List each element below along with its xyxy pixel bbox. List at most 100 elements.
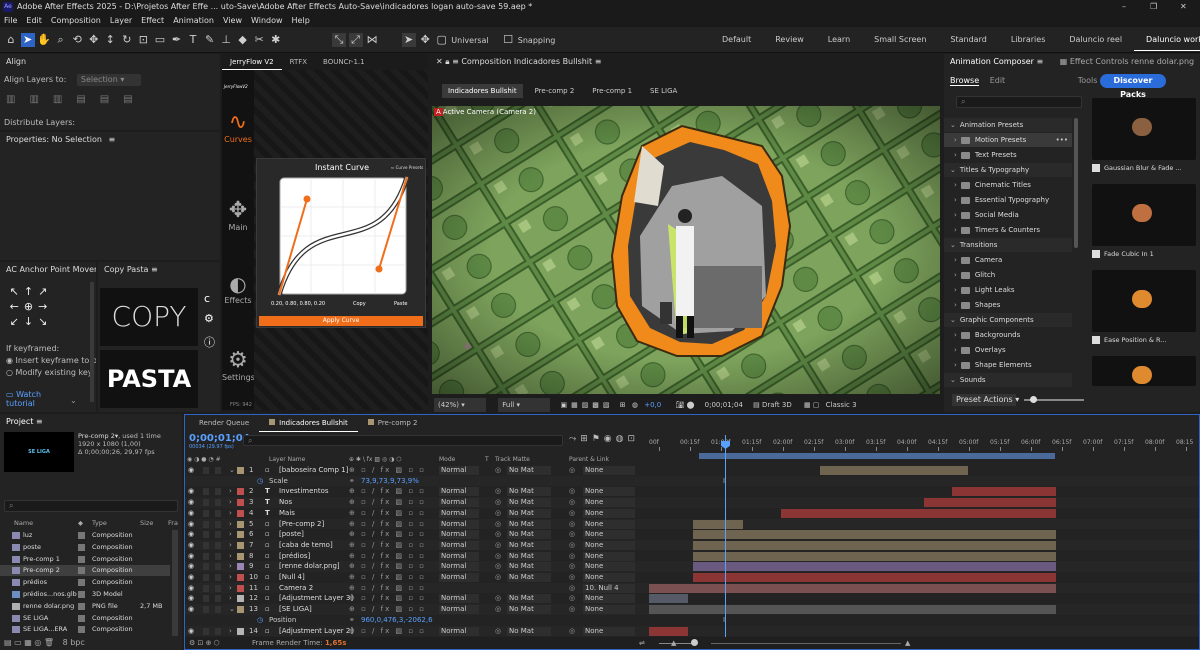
draft-3d-label[interactable]: Draft 3D — [762, 401, 792, 409]
selection-tool-icon[interactable]: ➤ — [20, 33, 35, 47]
layer-duration-bar[interactable] — [649, 605, 1056, 615]
parent-select[interactable]: None — [583, 594, 635, 604]
stopwatch-icon[interactable]: ◷ — [257, 476, 263, 487]
track-matte-select[interactable]: No Mat — [507, 466, 551, 475]
blend-mode-select[interactable]: Normal — [439, 498, 479, 508]
property-value[interactable]: 960,0,476,3,-2062,6 — [361, 615, 433, 626]
eraser-tool-icon[interactable]: ◆ — [236, 33, 250, 47]
workspace-daluncio-reel[interactable]: Daluncio reel — [1057, 27, 1134, 53]
label-color-swatch[interactable] — [237, 531, 244, 539]
layer-switches[interactable]: ⊕ ▫ / fx ▨ ▫ ▫ — [349, 583, 426, 594]
matte-link-icon[interactable]: ◎ — [495, 497, 501, 508]
col-size[interactable]: Size — [140, 518, 153, 528]
ac-search-input[interactable]: ⌕ — [956, 96, 1082, 108]
visibility-eye-icon[interactable]: ◉ — [188, 593, 194, 604]
more-icon[interactable]: ••• — [1056, 133, 1068, 147]
info-icon[interactable]: ⓘ — [204, 334, 215, 350]
blend-mode-select[interactable]: Normal — [439, 562, 479, 572]
pickwhip-icon[interactable]: ◎ — [569, 583, 575, 594]
property-row[interactable]: ◷Scale⚭73,9,73,9,73,9%I — [185, 475, 1199, 487]
layer-duration-bar[interactable] — [693, 540, 1056, 550]
parent-select[interactable]: None — [583, 519, 635, 529]
resolution-select[interactable]: Full ▾ — [498, 398, 551, 412]
visibility-eye-icon[interactable]: ◉ — [188, 551, 194, 562]
layer-switches[interactable]: ⊕ ▫ / fx ▨ ▫ ▫ — [349, 604, 426, 615]
comp-tab-3[interactable]: SE LIGA — [644, 84, 683, 98]
layer-row[interactable]: ◉ › 10 ▫ [Null 4] ⊕ ▫ / fx ▨ ▫ ▫ Normal ◎ No Mat… — [185, 572, 1199, 583]
layer-duration-bar[interactable] — [819, 466, 968, 475]
timeline-tab-0[interactable]: Render Queue — [189, 415, 259, 431]
chevron-right-icon[interactable]: › — [229, 508, 232, 519]
menu-window[interactable]: Window — [251, 16, 283, 25]
zoom-out-icon[interactable]: ▲ — [671, 637, 676, 649]
layer-name[interactable]: [Adjustment Layer 3] — [279, 593, 353, 604]
layer-switches[interactable]: ⊕ ▫ / fx ▨ ▫ ▫ — [349, 561, 426, 572]
matte-link-icon[interactable]: ◎ — [495, 561, 501, 572]
solo-toggle[interactable] — [203, 584, 209, 592]
view-icons[interactable]: ▦ ▢ — [804, 401, 819, 409]
layer-duration-bar[interactable] — [693, 562, 1056, 572]
apply-curve-button[interactable]: Apply Curve — [259, 316, 423, 326]
solo-toggle[interactable] — [203, 563, 209, 571]
workspace-small-screen[interactable]: Small Screen — [862, 27, 938, 53]
chevron-right-icon[interactable]: › — [229, 519, 232, 530]
project-item[interactable]: prédios Composition — [0, 577, 170, 588]
copy-button[interactable]: COPY — [100, 288, 198, 346]
layer-name[interactable]: [Null 4] — [279, 572, 305, 583]
label-color-swatch[interactable] — [237, 488, 244, 496]
layer-duration-bar[interactable] — [649, 583, 1056, 593]
blend-mode-select[interactable]: Normal — [439, 594, 479, 604]
comp-menu-icon[interactable]: ≡ — [592, 57, 602, 66]
layer-row[interactable]: ◉ › 6 ▫ [poste] ⊕ ▫ / fx ▨ ▫ ▫ Normal ◎ No Mat ◎ N… — [185, 529, 1199, 540]
ac-tree-item[interactable]: › Social Media — [944, 208, 1072, 222]
parent-select[interactable]: None — [583, 508, 635, 518]
project-item[interactable]: Pre-comp 2 Composition — [0, 565, 170, 577]
ac-tree-item[interactable]: › Cinematic Titles — [944, 178, 1072, 192]
pan-tool-icon[interactable]: ✥ — [87, 33, 101, 47]
parent-select[interactable]: None — [583, 551, 635, 561]
layer-row[interactable]: ◉ › 4 T Mais ⊕ ▫ / fx ▨ ▫ ▫ Normal ◎ No Mat ◎ None — [185, 507, 1199, 519]
workspace-default[interactable]: Default — [710, 27, 763, 53]
col-t[interactable]: T — [485, 455, 489, 465]
comp-tab-0[interactable]: Indicadores Bullshit — [442, 84, 523, 98]
chevron-right-icon[interactable]: › — [229, 583, 232, 594]
preset-label[interactable]: Ease Position & R... — [1092, 336, 1196, 344]
parent-select[interactable]: None — [583, 487, 635, 497]
lock-toggle[interactable] — [215, 584, 221, 592]
label-color-swatch[interactable] — [237, 563, 244, 571]
pickwhip-icon[interactable]: ◎ — [569, 540, 575, 551]
layer-row[interactable]: ◉ › 7 ▫ [caba de temo] ⊕ ▫ / fx ▨ ▫ ▫ Normal ◎ N… — [185, 539, 1199, 551]
ac-tree-item[interactable]: › Light Leaks — [944, 283, 1072, 297]
track-matte-select[interactable]: No Mat — [507, 487, 551, 497]
chevron-right-icon[interactable]: › — [229, 561, 232, 572]
constrain-icon[interactable]: ⚭ — [349, 476, 355, 487]
discover-packs-button[interactable]: Discover Packs — [1100, 74, 1166, 99]
bpc-label[interactable]: 8 bpc — [63, 638, 85, 647]
lock-toggle[interactable] — [215, 574, 221, 581]
visibility-eye-icon[interactable]: ◉ — [188, 508, 194, 519]
layer-name[interactable]: [Adjustment Layer 2] — [279, 626, 353, 637]
solo-toggle[interactable] — [203, 627, 209, 635]
settings-nav[interactable]: ⚙ Settings — [222, 348, 255, 382]
layer-duration-bar[interactable] — [693, 551, 1056, 561]
menu-layer[interactable]: Layer — [110, 16, 132, 25]
chevron-right-icon[interactable]: › — [229, 497, 232, 508]
label-color-swatch[interactable] — [237, 552, 244, 560]
preset-thumbnail[interactable] — [1092, 98, 1196, 160]
track-matte-select[interactable]: No Mat — [507, 605, 551, 615]
timeline-tab-2[interactable]: Pre-comp 2 — [358, 415, 428, 431]
timeline-timecode[interactable]: 0;00;01;04 — [189, 433, 250, 444]
jerryflow-tab-2[interactable]: BOUNCr-1.1 — [315, 54, 373, 70]
anchor-grid[interactable]: ↖↑↗ ←⊕→ ↙↓↘ — [6, 284, 56, 330]
hand-tool-icon[interactable]: ✋ — [37, 33, 51, 47]
lock-toggle[interactable] — [215, 552, 221, 560]
blend-mode-select[interactable]: Normal — [439, 605, 479, 615]
blend-mode-select[interactable]: Normal — [439, 519, 479, 529]
visibility-eye-icon[interactable]: ◉ — [188, 519, 194, 530]
chevron-right-icon[interactable]: › — [229, 572, 232, 583]
channel-icon[interactable]: ⬤ — [687, 401, 695, 409]
comp-timecode[interactable]: 0;00;01;04 — [705, 401, 743, 409]
pickwhip-icon[interactable]: ◎ — [569, 519, 575, 530]
world-axis-icon[interactable]: ⋈ — [365, 33, 379, 47]
visibility-eye-icon[interactable]: ◉ — [188, 561, 194, 572]
